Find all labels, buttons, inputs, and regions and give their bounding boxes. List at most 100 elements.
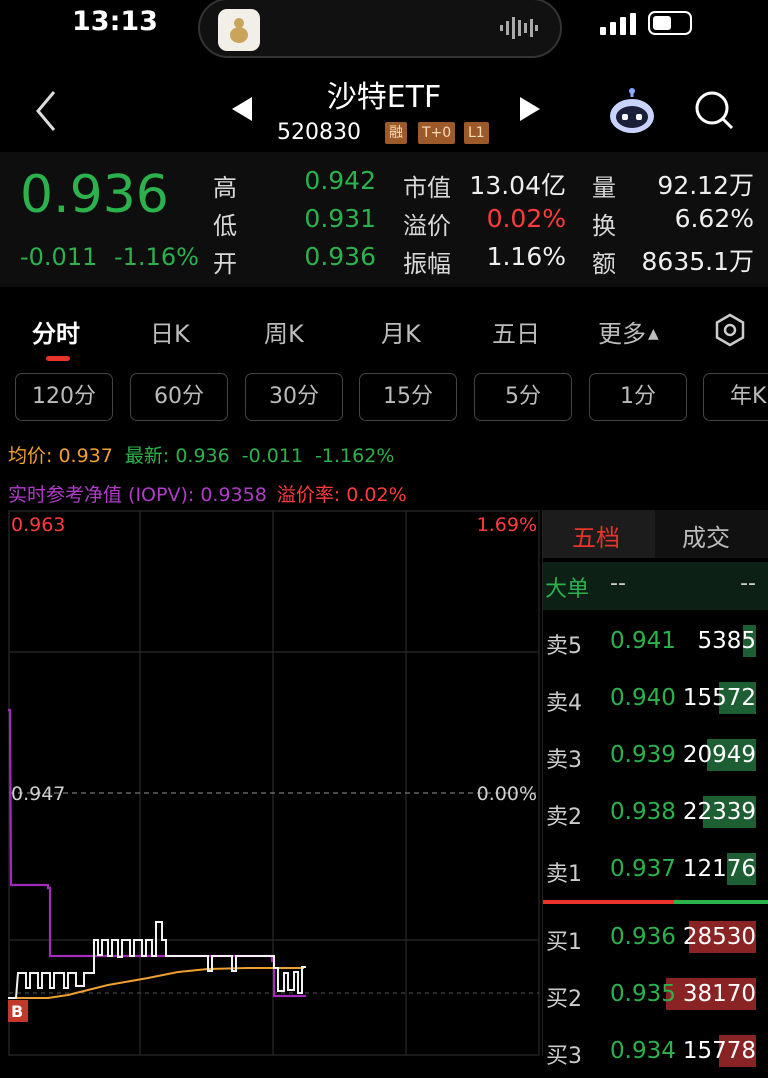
chart-mid-price: 0.947 [11, 783, 65, 805]
chart-top-pct: 1.69% [477, 514, 537, 536]
chart-settings-icon[interactable] [712, 312, 748, 348]
premium-label: 溢价 [403, 212, 451, 240]
amount-label: 额 [592, 250, 616, 278]
amplitude-value: 1.16% [486, 242, 566, 271]
intraday-chart[interactable]: 0.963 1.69% 0.947 0.00% B [8, 510, 540, 1056]
ask-row[interactable]: 卖1 0.937 12176 [542, 853, 768, 896]
security-name: 沙特ETF [326, 80, 442, 115]
turnover-rate-label: 换 [592, 212, 616, 240]
ask-price: 0.938 [610, 799, 676, 825]
bid-price: 0.934 [610, 1038, 676, 1064]
ask-volume: 15572 [682, 685, 756, 711]
big-order-value-2: -- [740, 571, 756, 596]
amplitude-label: 振幅 [403, 250, 451, 278]
search-icon[interactable] [692, 88, 736, 132]
avg-price-legend: 均价: 0.937 [8, 445, 113, 467]
ask-row[interactable]: 卖2 0.938 22339 [542, 796, 768, 839]
tab-intraday[interactable]: 分时 [32, 314, 80, 349]
big-order-value-1: -- [610, 571, 626, 596]
ask-price: 0.939 [610, 742, 676, 768]
cellular-signal-icon [600, 13, 638, 39]
bid-level-label: 买1 [546, 930, 582, 955]
open-label: 开 [213, 250, 237, 278]
volume-value: 92.12万 [657, 171, 754, 200]
back-button[interactable] [28, 86, 68, 136]
ask-volume: 22339 [682, 799, 756, 825]
ai-assistant-robot-icon[interactable] [604, 88, 660, 136]
chart-legend-prices: 均价: 0.937 最新: 0.936 -0.011 -1.162% [8, 441, 394, 468]
bid-ask-divider [543, 900, 768, 904]
bid-volume: 15778 [682, 1038, 756, 1064]
ask-volume: 5385 [697, 628, 756, 654]
tab-more[interactable]: 更多 ▲ [598, 314, 659, 349]
active-tab-indicator [46, 356, 70, 361]
period-15min[interactable]: 15分 [359, 373, 457, 421]
chart-legend-iopv: 实时参考净值 (IOPV): 0.9358 溢价率: 0.02% [8, 480, 407, 507]
ask-row[interactable]: 卖4 0.940 15572 [542, 682, 768, 725]
high-label: 高 [213, 174, 237, 202]
bid-row[interactable]: 买2 0.935 38170 [542, 978, 768, 1021]
security-code: 520830 [277, 120, 361, 145]
buy-marker-label: B [11, 1002, 23, 1021]
l1-tag: L1 [464, 122, 489, 144]
latest-change-legend: -0.011 [241, 445, 304, 467]
battery-icon [648, 11, 692, 35]
app-thumbnail-icon [218, 9, 260, 51]
latest-pct-legend: -1.162% [315, 445, 395, 467]
tab-more-label: 更多 [598, 320, 646, 348]
last-price: 0.936 [20, 165, 169, 225]
chart-top-price: 0.963 [11, 514, 65, 536]
low-label: 低 [213, 212, 237, 240]
ask-volume: 20949 [682, 742, 756, 768]
market-cap-label: 市值 [403, 174, 451, 202]
price-change-percent: -1.16% [114, 243, 199, 271]
period-1min[interactable]: 1分 [589, 373, 687, 421]
ask-price: 0.940 [610, 685, 676, 711]
bid-level-label: 买2 [546, 987, 582, 1012]
volume-label: 量 [592, 174, 616, 202]
tab-daily-k[interactable]: 日K [150, 314, 190, 349]
bid-volume: 38170 [682, 981, 756, 1007]
premium-value: 0.02% [486, 204, 566, 233]
tab-five-day[interactable]: 五日 [492, 314, 540, 349]
open-value: 0.936 [304, 242, 376, 271]
audio-wave-icon [500, 16, 538, 40]
tab-order-book-trades[interactable]: 成交 [682, 518, 730, 553]
turnover-rate-value: 6.62% [674, 204, 754, 233]
t0-tag: T+0 [418, 122, 456, 144]
status-time: 13:13 [72, 6, 158, 37]
next-stock-button[interactable] [518, 96, 542, 126]
tab-order-book-five-level[interactable]: 五档 [572, 518, 620, 553]
period-30min[interactable]: 30分 [245, 373, 343, 421]
period-120min[interactable]: 120分 [15, 373, 113, 421]
ask-level-label: 卖4 [546, 691, 582, 716]
chart-mid-pct: 0.00% [477, 783, 537, 805]
dynamic-island[interactable] [198, 0, 562, 58]
previous-stock-button[interactable] [230, 96, 254, 126]
ask-level-label: 卖1 [546, 862, 582, 887]
period-60min[interactable]: 60分 [130, 373, 228, 421]
ask-row[interactable]: 卖5 0.941 5385 [542, 625, 768, 668]
bid-row[interactable]: 买3 0.934 15778 [542, 1035, 768, 1078]
ask-level-label: 卖3 [546, 748, 582, 773]
ask-price: 0.941 [610, 628, 676, 654]
margin-tag: 融 [385, 122, 407, 144]
tab-weekly-k[interactable]: 周K [264, 314, 304, 349]
high-value: 0.942 [304, 166, 376, 195]
ask-level-label: 卖2 [546, 805, 582, 830]
bid-level-label: 买3 [546, 1044, 582, 1069]
period-5min[interactable]: 5分 [474, 373, 572, 421]
period-yearly-k[interactable]: 年K [703, 373, 768, 421]
caret-up-icon: ▲ [648, 326, 659, 342]
iopv-legend: 实时参考净值 (IOPV): 0.9358 [8, 484, 267, 506]
ask-price: 0.937 [610, 856, 676, 882]
bid-row[interactable]: 买1 0.936 28530 [542, 921, 768, 964]
latest-price-legend: 最新: 0.936 [124, 445, 230, 467]
bid-volume: 28530 [682, 924, 756, 950]
bid-price: 0.936 [610, 924, 676, 950]
price-change: -0.011 [20, 243, 98, 271]
ask-row[interactable]: 卖3 0.939 20949 [542, 739, 768, 782]
tab-monthly-k[interactable]: 月K [381, 314, 421, 349]
amount-value: 8635.1万 [641, 247, 754, 276]
ask-volume: 12176 [682, 856, 756, 882]
